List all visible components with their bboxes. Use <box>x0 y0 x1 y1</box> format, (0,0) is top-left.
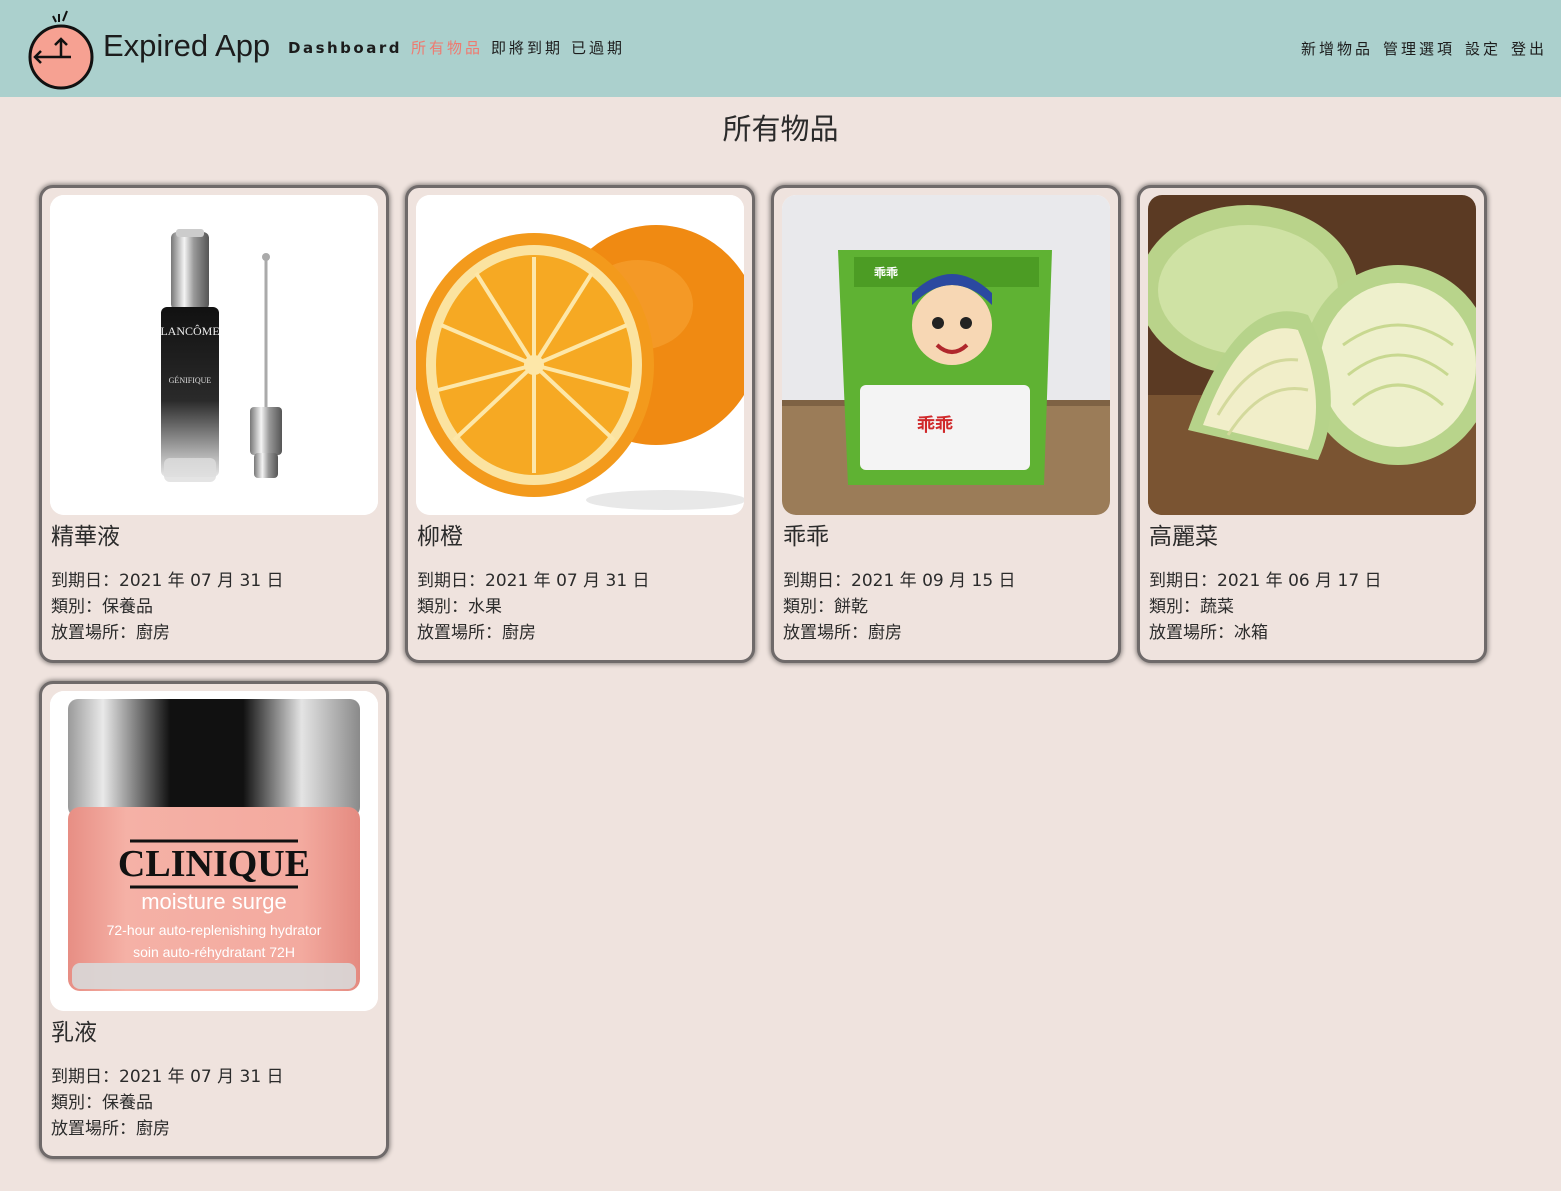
item-info: 到期日：2021 年 07 月 31 日 類別：保養品 放置場所：廚房 <box>51 568 284 646</box>
item-location: 放置場所：廚房 <box>51 1119 170 1139</box>
orange-image <box>416 195 744 515</box>
nav-right-menu: 新增物品 管理選項 設定 登出 <box>1291 38 1547 59</box>
item-image <box>1148 195 1476 515</box>
item-image: 乖乖 乖乖 <box>782 195 1110 515</box>
item-expiry: 到期日：2021 年 09 月 15 日 <box>783 571 1016 591</box>
navbar: Expired App Dashboard 所有物品 即將到期 已過期 新增物品… <box>0 0 1561 97</box>
item-card[interactable]: 高麗菜 到期日：2021 年 06 月 17 日 類別：蔬菜 放置場所：冰箱 <box>1137 185 1487 663</box>
serum-bottle-image: LANCÔME GÉNIFIQUE <box>50 195 378 515</box>
lotion-jar-image: CLINIQUE moisture surge 72-hour auto-rep… <box>50 691 378 1011</box>
clock-logo-icon[interactable] <box>27 6 97 90</box>
item-card[interactable]: 柳橙 到期日：2021 年 07 月 31 日 類別：水果 放置場所：廚房 <box>405 185 755 663</box>
item-category: 類別：蔬菜 <box>1149 597 1234 617</box>
nav-left-menu: Dashboard 所有物品 即將到期 已過期 <box>288 37 633 58</box>
item-card[interactable]: CLINIQUE moisture surge 72-hour auto-rep… <box>39 681 389 1159</box>
item-name: 高麗菜 <box>1149 524 1218 550</box>
nav-expired-link[interactable]: 已過期 <box>571 37 625 58</box>
item-expiry: 到期日：2021 年 07 月 31 日 <box>417 571 650 591</box>
item-info: 到期日：2021 年 09 月 15 日 類別：餅乾 放置場所：廚房 <box>783 568 1016 646</box>
svg-text:乖乖: 乖乖 <box>917 415 953 436</box>
brand-title[interactable]: Expired App <box>103 28 270 64</box>
snack-bag-image: 乖乖 乖乖 <box>782 195 1110 515</box>
nav-logout-link[interactable]: 登出 <box>1511 38 1547 59</box>
item-location: 放置場所：廚房 <box>51 623 170 643</box>
item-category: 類別：餅乾 <box>783 597 868 617</box>
svg-text:乖乖: 乖乖 <box>874 265 898 280</box>
item-category: 類別：水果 <box>417 597 502 617</box>
item-category: 類別：保養品 <box>51 1093 153 1113</box>
item-category: 類別：保養品 <box>51 597 153 617</box>
svg-text:soin auto-réhydratant 72H: soin auto-réhydratant 72H <box>133 944 295 960</box>
nav-manage-options-link[interactable]: 管理選項 <box>1383 38 1455 59</box>
svg-text:GÉNIFIQUE: GÉNIFIQUE <box>169 375 212 385</box>
item-info: 到期日：2021 年 06 月 17 日 類別：蔬菜 放置場所：冰箱 <box>1149 568 1382 646</box>
cabbage-image <box>1148 195 1476 515</box>
item-location: 放置場所：廚房 <box>417 623 536 643</box>
svg-text:LANCÔME: LANCÔME <box>160 324 219 338</box>
nav-expiring-soon-link[interactable]: 即將到期 <box>491 37 563 58</box>
item-name: 柳橙 <box>417 524 463 550</box>
item-card[interactable]: 乖乖 乖乖 乖乖 到期日：2021 年 09 月 15 日 類別：餅乾 放置場所… <box>771 185 1121 663</box>
item-image: CLINIQUE moisture surge 72-hour auto-rep… <box>50 691 378 1011</box>
nav-all-items-link[interactable]: 所有物品 <box>411 37 483 58</box>
item-image <box>416 195 744 515</box>
item-expiry: 到期日：2021 年 07 月 31 日 <box>51 1067 284 1087</box>
nav-dashboard-link[interactable]: Dashboard <box>288 39 402 57</box>
item-image: LANCÔME GÉNIFIQUE <box>50 195 378 515</box>
item-expiry: 到期日：2021 年 07 月 31 日 <box>51 571 284 591</box>
item-location: 放置場所：冰箱 <box>1149 623 1268 643</box>
item-name: 乖乖 <box>783 524 829 550</box>
item-card[interactable]: LANCÔME GÉNIFIQUE 精華液 到期日：2021 年 07 月 31… <box>39 185 389 663</box>
item-info: 到期日：2021 年 07 月 31 日 類別：保養品 放置場所：廚房 <box>51 1064 284 1142</box>
item-expiry: 到期日：2021 年 06 月 17 日 <box>1149 571 1382 591</box>
svg-text:CLINIQUE: CLINIQUE <box>118 843 310 885</box>
nav-add-item-link[interactable]: 新增物品 <box>1301 38 1373 59</box>
svg-text:moisture surge: moisture surge <box>141 889 287 914</box>
item-name: 精華液 <box>51 524 120 550</box>
item-info: 到期日：2021 年 07 月 31 日 類別：水果 放置場所：廚房 <box>417 568 650 646</box>
item-name: 乳液 <box>51 1020 97 1046</box>
page-title: 所有物品 <box>722 112 839 146</box>
svg-text:72-hour auto-replenishing hydr: 72-hour auto-replenishing hydrator <box>107 922 322 938</box>
nav-settings-link[interactable]: 設定 <box>1465 38 1501 59</box>
item-location: 放置場所：廚房 <box>783 623 902 643</box>
